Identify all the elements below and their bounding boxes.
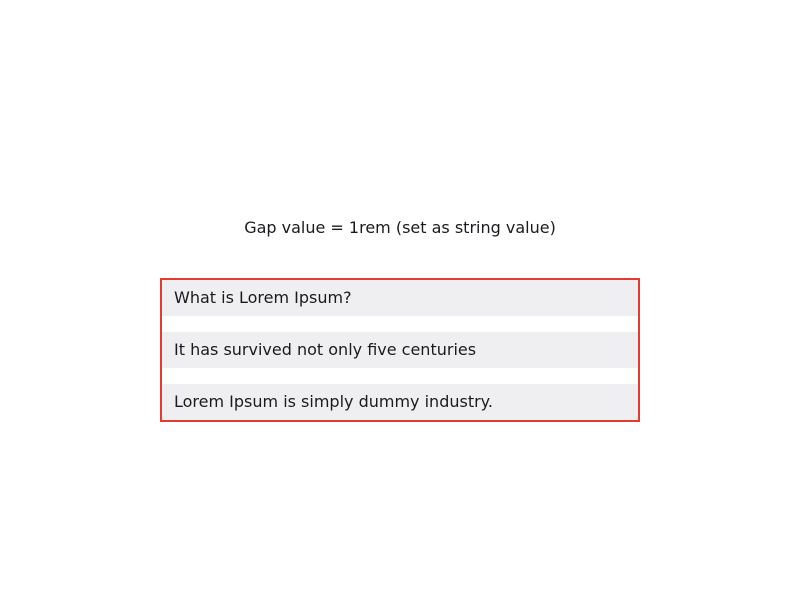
stack-item-3: Lorem Ipsum is simply dummy industry. <box>162 384 638 420</box>
gap-caption: Gap value = 1rem (set as string value) <box>244 218 556 237</box>
stack-item-label: What is Lorem Ipsum? <box>174 288 352 307</box>
stack-item-label: It has survived not only five centuries <box>174 340 477 359</box>
stack-item-1: What is Lorem Ipsum? <box>162 280 638 316</box>
stack-item-2: It has survived not only five centuries <box>162 332 638 368</box>
stack-container: What is Lorem Ipsum? It has survived not… <box>160 278 640 422</box>
stack-item-label: Lorem Ipsum is simply dummy industry. <box>174 392 493 411</box>
